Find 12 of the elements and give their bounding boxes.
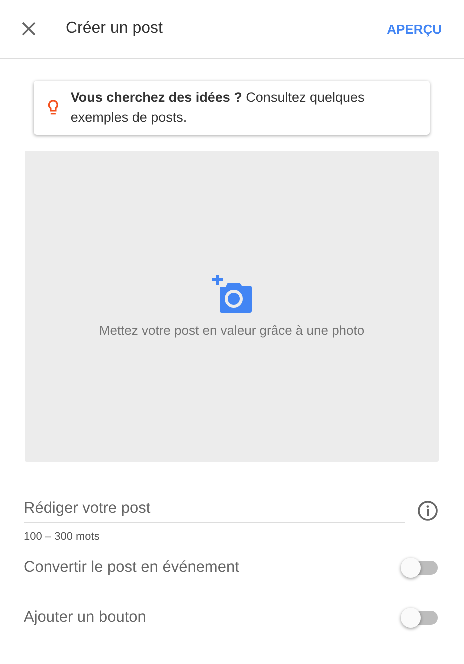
word-count-hint: 100 – 300 mots	[24, 531, 101, 543]
preview-button[interactable]: APERÇU	[387, 22, 442, 36]
info-icon[interactable]	[417, 500, 439, 522]
toggle-switch[interactable]	[404, 611, 438, 625]
tip-text[interactable]: Vous cherchez des idées ? Consultez quelques exemples de posts.	[70, 88, 416, 128]
close-icon[interactable]	[22, 22, 36, 36]
photo-upload-area[interactable]: Mettez votre post en valeur grâce à une photo	[25, 151, 439, 462]
photo-prompt: Mettez votre post en valeur grâce à une photo	[99, 323, 365, 338]
page-title: Créer un post	[66, 20, 164, 38]
toggle-label: Convertir le post en événement	[24, 559, 240, 577]
toggle-switch[interactable]	[404, 561, 438, 575]
toggle-label: Ajouter un bouton	[24, 609, 146, 627]
